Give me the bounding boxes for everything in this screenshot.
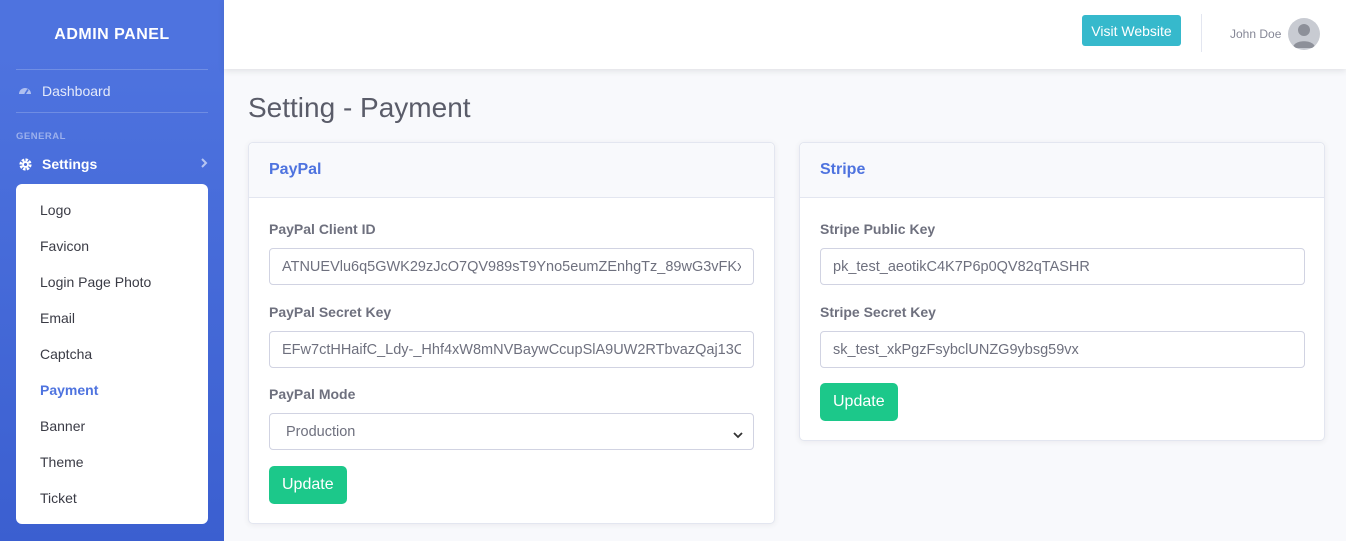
paypal-update-button[interactable]: Update bbox=[269, 466, 347, 504]
settings-submenu: Logo Favicon Login Page Photo Email Capt… bbox=[16, 184, 208, 524]
stripe-public-key-input[interactable] bbox=[820, 248, 1305, 285]
tachometer-icon bbox=[16, 82, 34, 100]
topbar-divider bbox=[1201, 14, 1202, 52]
user-name[interactable]: John Doe bbox=[1230, 27, 1281, 41]
submenu-item-banner[interactable]: Banner bbox=[16, 408, 208, 444]
submenu-item-payment[interactable]: Payment bbox=[16, 372, 208, 408]
sidebar-heading: GENERAL bbox=[16, 131, 66, 142]
sidebar-item-dashboard[interactable]: Dashboard bbox=[0, 70, 224, 112]
stripe-secret-key-input[interactable] bbox=[820, 331, 1305, 368]
gear-icon bbox=[16, 155, 34, 173]
paypal-client-id-input[interactable] bbox=[269, 248, 754, 285]
stripe-secret-key-label: Stripe Secret Key bbox=[820, 304, 936, 320]
chevron-right-icon bbox=[200, 156, 208, 172]
user-avatar-icon[interactable] bbox=[1288, 18, 1320, 50]
submenu-item-login-page-photo[interactable]: Login Page Photo bbox=[16, 264, 208, 300]
visit-website-button[interactable]: Visit Website bbox=[1082, 15, 1181, 46]
paypal-secret-key-input[interactable] bbox=[269, 331, 754, 368]
page-title: Setting - Payment bbox=[248, 92, 471, 123]
stripe-public-key-label: Stripe Public Key bbox=[820, 221, 936, 237]
sidebar: ADMIN PANEL Dashboard GENERAL Settings L… bbox=[0, 0, 224, 541]
paypal-mode-value: Production bbox=[286, 423, 356, 440]
topbar: Visit Website John Doe bbox=[224, 0, 1346, 69]
paypal-mode-select[interactable]: Production bbox=[269, 413, 754, 450]
submenu-item-logo[interactable]: Logo bbox=[16, 192, 208, 228]
submenu-item-captcha[interactable]: Captcha bbox=[16, 336, 208, 372]
paypal-secret-key-label: PayPal Secret Key bbox=[269, 304, 392, 320]
submenu-item-email[interactable]: Email bbox=[16, 300, 208, 336]
brand-title[interactable]: ADMIN PANEL bbox=[0, 0, 224, 69]
stripe-card: Stripe Stripe Public Key Stripe Secret K… bbox=[799, 142, 1325, 441]
paypal-client-id-label: PayPal Client ID bbox=[269, 221, 376, 237]
sidebar-item-label: Dashboard bbox=[42, 83, 111, 99]
submenu-item-ticket[interactable]: Ticket bbox=[16, 480, 208, 516]
submenu-item-theme[interactable]: Theme bbox=[16, 444, 208, 480]
paypal-card-title: PayPal bbox=[249, 143, 774, 198]
paypal-card: PayPal PayPal Client ID PayPal Secret Ke… bbox=[248, 142, 775, 524]
sidebar-item-settings[interactable]: Settings bbox=[0, 144, 224, 184]
sidebar-item-label: Settings bbox=[42, 156, 98, 172]
stripe-update-button[interactable]: Update bbox=[820, 383, 898, 421]
chevron-down-icon bbox=[733, 427, 743, 443]
submenu-item-favicon[interactable]: Favicon bbox=[16, 228, 208, 264]
stripe-card-title: Stripe bbox=[800, 143, 1324, 198]
paypal-mode-label: PayPal Mode bbox=[269, 386, 356, 402]
